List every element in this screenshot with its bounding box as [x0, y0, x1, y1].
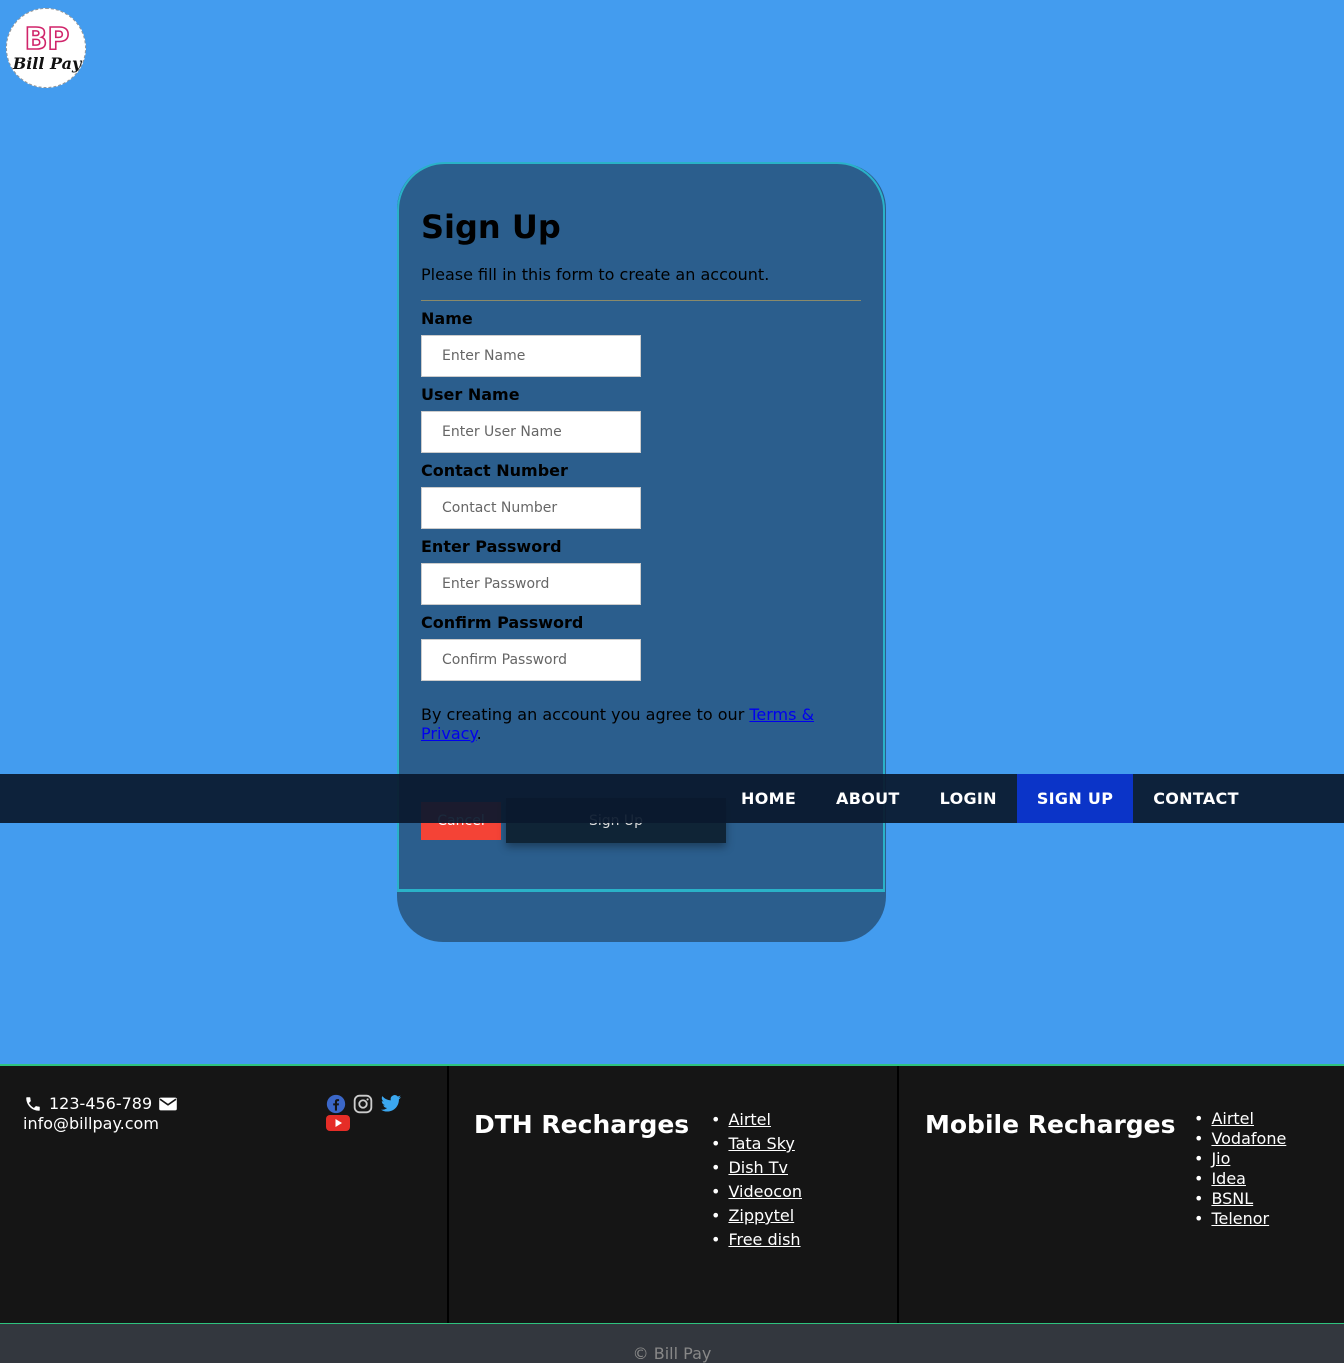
- name-input[interactable]: [421, 335, 641, 377]
- footer-divider: [897, 1066, 899, 1325]
- list-item: Vodafone: [1194, 1129, 1286, 1149]
- mobile-link-airtel[interactable]: Airtel: [1211, 1109, 1254, 1128]
- logo-graphic: BP Bill Pay: [12, 21, 83, 73]
- dth-heading: DTH Recharges: [474, 1110, 690, 1139]
- mobile-link-bsnl[interactable]: BSNL: [1211, 1189, 1253, 1208]
- list-item: Dish Tv: [711, 1156, 802, 1180]
- mobile-link-telenor[interactable]: Telenor: [1211, 1209, 1269, 1228]
- dth-link-tata-sky[interactable]: Tata Sky: [728, 1134, 794, 1153]
- social-links: [326, 1094, 406, 1133]
- list-item: Videocon: [711, 1180, 802, 1204]
- mobile-link-jio[interactable]: Jio: [1211, 1149, 1230, 1168]
- dth-list: Airtel Tata Sky Dish Tv Videocon Zippyte…: [711, 1108, 802, 1252]
- logo-initials: BP: [25, 22, 70, 57]
- confirm-password-label: Confirm Password: [421, 613, 584, 632]
- password-label: Enter Password: [421, 537, 562, 556]
- terms-suffix: .: [476, 724, 482, 743]
- dth-link-airtel[interactable]: Airtel: [728, 1110, 771, 1129]
- mobile-link-idea[interactable]: Idea: [1211, 1169, 1246, 1188]
- list-item: Airtel: [1194, 1109, 1286, 1129]
- list-item: Telenor: [1194, 1209, 1286, 1229]
- dth-link-videocon[interactable]: Videocon: [728, 1182, 802, 1201]
- list-item: Tata Sky: [711, 1132, 802, 1156]
- page-title: Sign Up: [421, 208, 561, 246]
- dth-link-dish-tv[interactable]: Dish Tv: [728, 1158, 788, 1177]
- card-bottom-border: [397, 889, 885, 892]
- top-navbar: HOME ABOUT LOGIN SIGN UP CONTACT: [0, 774, 1344, 823]
- username-label: User Name: [421, 385, 520, 404]
- mobile-list: Airtel Vodafone Jio Idea BSNL Telenor: [1194, 1109, 1286, 1229]
- twitter-icon[interactable]: [380, 1094, 402, 1114]
- logo-text: Bill Pay: [12, 54, 83, 73]
- youtube-icon[interactable]: [326, 1114, 350, 1132]
- contact-number-input[interactable]: [421, 487, 641, 529]
- form-divider: [421, 300, 861, 301]
- nav-contact[interactable]: CONTACT: [1133, 774, 1259, 823]
- terms-prefix: By creating an account you agree to our: [421, 705, 750, 724]
- username-input[interactable]: [421, 411, 641, 453]
- mail-icon: [159, 1097, 177, 1111]
- footer-email: info@billpay.com: [23, 1114, 159, 1133]
- nav-signup[interactable]: SIGN UP: [1016, 774, 1134, 823]
- list-item: Idea: [1194, 1169, 1286, 1189]
- instagram-icon[interactable]: [353, 1094, 373, 1114]
- copyright-bar: © Bill Pay: [0, 1323, 1344, 1363]
- confirm-password-input[interactable]: [421, 639, 641, 681]
- nav-login[interactable]: LOGIN: [920, 774, 1017, 823]
- mobile-link-vodafone[interactable]: Vodafone: [1211, 1129, 1286, 1148]
- list-item: Zippytel: [711, 1204, 802, 1228]
- list-item: Free dish: [711, 1228, 802, 1252]
- nav-about[interactable]: ABOUT: [816, 774, 920, 823]
- name-label: Name: [421, 309, 473, 328]
- footer-contact: 123-456-789 info@billpay.com: [23, 1094, 178, 1134]
- bill-pay-logo[interactable]: BP Bill Pay: [6, 8, 86, 88]
- mobile-heading: Mobile Recharges: [925, 1110, 1176, 1139]
- list-item: BSNL: [1194, 1189, 1286, 1209]
- footer-phone: 123-456-789: [49, 1094, 153, 1113]
- copyright-text: © Bill Pay: [632, 1344, 712, 1363]
- list-item: Jio: [1194, 1149, 1286, 1169]
- facebook-icon[interactable]: [326, 1094, 346, 1114]
- list-item: Airtel: [711, 1108, 802, 1132]
- password-input[interactable]: [421, 563, 641, 605]
- terms-text: By creating an account you agree to our …: [421, 705, 861, 743]
- form-subtitle: Please fill in this form to create an ac…: [421, 265, 770, 284]
- signup-form: Sign Up Please fill in this form to crea…: [421, 205, 861, 743]
- footer: 123-456-789 info@billpay.com DTH Recharg…: [0, 1064, 1344, 1325]
- dth-link-free-dish[interactable]: Free dish: [728, 1230, 800, 1249]
- dth-link-zippytel[interactable]: Zippytel: [728, 1206, 794, 1225]
- contact-number-label: Contact Number: [421, 461, 568, 480]
- phone-icon: [26, 1097, 40, 1111]
- footer-divider: [447, 1066, 449, 1325]
- nav-home[interactable]: HOME: [721, 774, 816, 823]
